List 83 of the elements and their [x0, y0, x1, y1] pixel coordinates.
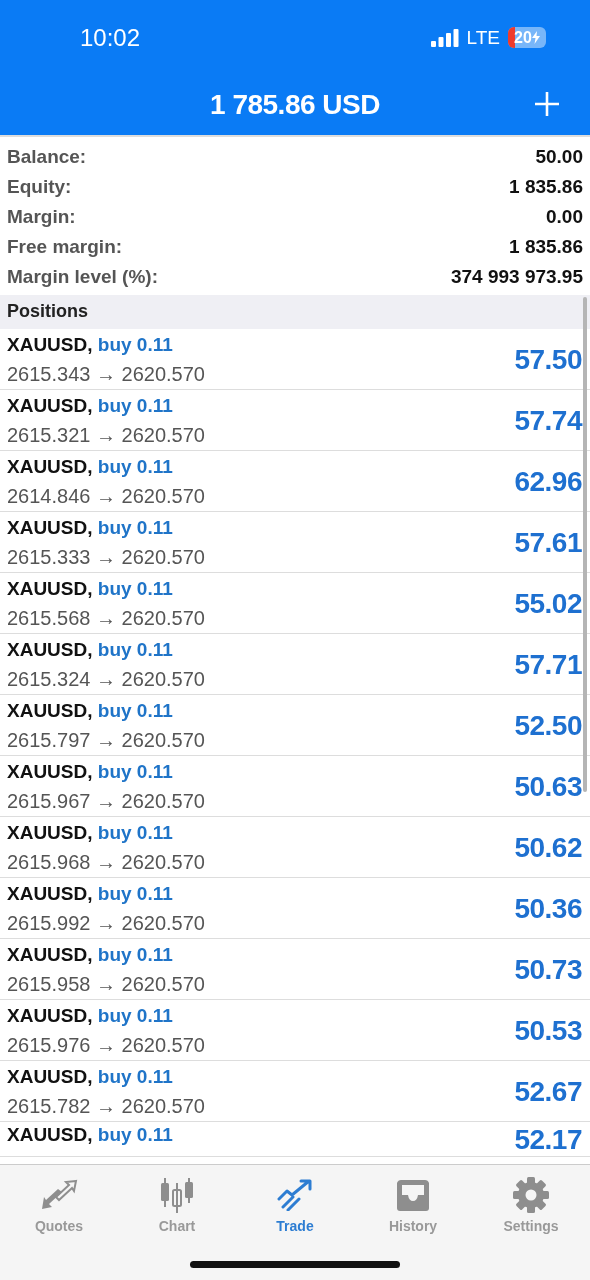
order-side-label: buy 0.11 — [97, 639, 173, 661]
account-value: 1 835.86 — [509, 176, 583, 198]
account-value: 0.00 — [546, 206, 583, 228]
order-side-label: buy 0.11 — [97, 1005, 173, 1027]
account-value: 1 835.86 — [509, 236, 583, 258]
account-label: Free margin: — [7, 236, 123, 258]
section-header: Positions — [7, 301, 88, 321]
profit-value: 50.36 — [514, 893, 582, 925]
tab-button[interactable]: Trade — [236, 1174, 354, 1236]
order-side-label: buy 0.11 — [97, 1066, 173, 1088]
symbol-label: XAUUSD, — [7, 456, 93, 478]
order-side-label: buy 0.11 — [97, 944, 173, 966]
price-range: 2615.958 → 2620.570 — [7, 972, 206, 996]
price-range: 2614.846 → 2620.570 — [7, 484, 206, 508]
symbol-label: XAUUSD, — [7, 1124, 93, 1145]
account-label: Balance: — [7, 146, 87, 168]
signal-icon — [430, 28, 459, 47]
symbol-label: XAUUSD, — [7, 1066, 93, 1088]
account-balance-title: 1 785.86 USD — [210, 89, 380, 121]
position-row[interactable]: XAUUSD, buy 0.11 2615.968 → 2620.570 50.62 — [0, 817, 590, 878]
position-row[interactable]: XAUUSD, buy 0.11 2615.958 → 2620.570 50.73 — [0, 939, 590, 1000]
order-side-label: buy 0.11 — [97, 456, 173, 478]
profit-value: 57.71 — [514, 649, 582, 681]
symbol-label: XAUUSD, — [7, 1005, 93, 1027]
profit-value: 50.62 — [514, 832, 582, 864]
order-side-label: buy 0.11 — [97, 822, 173, 844]
account-value: 374 993 973.95 — [450, 266, 583, 288]
profit-value: 52.50 — [514, 710, 582, 742]
position-row[interactable]: XAUUSD, buy 0.11 2615.782 → 2620.570 52.67 — [0, 1061, 590, 1122]
profit-value: 50.53 — [514, 1015, 582, 1047]
profit-value: 50.63 — [514, 771, 582, 803]
profit-value: 57.61 — [514, 527, 582, 559]
diagonal-arrows-icon — [40, 1179, 78, 1211]
symbol-label: XAUUSD, — [7, 700, 93, 722]
symbol-label: XAUUSD, — [7, 639, 93, 661]
price-range: 2615.568 → 2620.570 — [7, 606, 206, 630]
profit-value: 57.74 — [514, 405, 582, 437]
account-label: Margin: — [7, 206, 76, 228]
account-label: Equity: — [7, 176, 72, 198]
price-range: 2615.333 → 2620.570 — [7, 545, 206, 569]
profit-value: 52.67 — [514, 1076, 582, 1108]
profit-value: 57.50 — [514, 344, 582, 376]
order-side-label: buy 0.11 — [97, 1124, 173, 1145]
order-side-label: buy 0.11 — [97, 517, 173, 539]
price-range: 2615.782 → 2620.570 — [7, 1094, 206, 1118]
order-side-label: buy 0.11 — [97, 395, 173, 417]
order-side-label: buy 0.11 — [97, 578, 173, 600]
order-side-label: buy 0.11 — [97, 883, 173, 905]
price-range: 2615.343 → 2620.570 — [7, 362, 206, 386]
price-range: 2615.324 → 2620.570 — [7, 667, 206, 691]
network-label: LTE — [466, 26, 500, 49]
symbol-label: XAUUSD, — [7, 944, 93, 966]
symbol-label: XAUUSD, — [7, 761, 93, 783]
symbol-label: XAUUSD, — [7, 334, 93, 356]
symbol-label: XAUUSD, — [7, 517, 93, 539]
price-range: 2615.976 → 2620.570 — [7, 1033, 206, 1057]
symbol-label: XAUUSD, — [7, 883, 93, 905]
profit-value: 52.17 — [514, 1124, 582, 1156]
account-label: Margin level (%): — [7, 266, 158, 288]
order-side-label: buy 0.11 — [97, 761, 173, 783]
symbol-label: XAUUSD, — [7, 822, 93, 844]
price-range: 2615.967 → 2620.570 — [7, 789, 206, 813]
clock-time: 10:02 — [80, 23, 142, 52]
symbol-label: XAUUSD, — [7, 395, 93, 417]
position-row[interactable]: XAUUSD, buy 0.11 2615.976 → 2620.570 50.53 — [0, 1000, 590, 1061]
profit-value: 55.02 — [514, 588, 582, 620]
price-range: 2615.992 → 2620.570 — [7, 911, 206, 935]
position-row[interactable]: XAUUSD, buy 0.11 2615.992 → 2620.570 50.36 — [0, 878, 590, 939]
position-row[interactable]: XAUUSD, buy 0.11 52.17 — [0, 1122, 590, 1157]
price-range: 2615.968 → 2620.570 — [7, 850, 206, 874]
account-value: 50.00 — [535, 146, 583, 168]
price-range: 2615.321 → 2620.570 — [7, 423, 206, 447]
symbol-label: XAUUSD, — [7, 578, 93, 600]
trend-arrow-icon — [277, 1179, 313, 1211]
profit-value: 50.73 — [514, 954, 582, 986]
settings-icon — [513, 1177, 549, 1213]
order-side-label: buy 0.11 — [97, 334, 173, 356]
order-side-label: buy 0.11 — [97, 700, 173, 722]
add-button[interactable] — [532, 89, 562, 119]
inbox-tray-icon — [395, 1178, 431, 1212]
candlestick-icon — [159, 1177, 195, 1213]
profit-value: 62.96 — [514, 466, 582, 498]
price-range: 2615.797 → 2620.570 — [7, 728, 206, 752]
